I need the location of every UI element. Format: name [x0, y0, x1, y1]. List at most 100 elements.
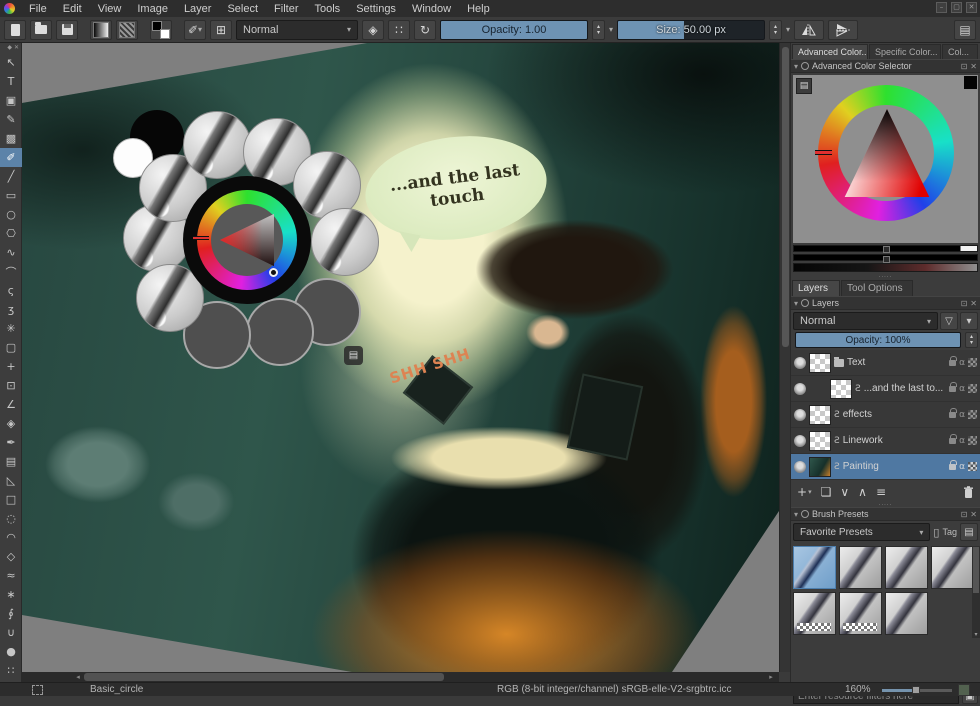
menu-item-help[interactable]: Help: [460, 2, 497, 16]
layer-opacity-slider[interactable]: Opacity: 100%: [795, 332, 961, 348]
tool-text[interactable]: T: [0, 72, 22, 91]
close-icon[interactable]: ✕: [14, 44, 19, 52]
menu-item-view[interactable]: View: [91, 2, 129, 16]
pin-icon[interactable]: ◆: [7, 44, 12, 52]
brush-presets-header[interactable]: ▾ Brush Presets ⊡ ✕: [791, 507, 980, 521]
tab-layers[interactable]: Layers: [792, 280, 840, 296]
float-icon[interactable]: ⊡: [961, 299, 968, 308]
eraser-mode-button[interactable]: ◈: [362, 20, 384, 40]
lock-icon[interactable]: [949, 438, 956, 444]
tool-select-shapes[interactable]: ↖: [0, 53, 22, 72]
brush-preset-chisel-marker[interactable]: [839, 546, 882, 589]
collapse-icon[interactable]: ▾: [794, 62, 798, 71]
brush-preset-chooser-button[interactable]: ✐ ▾: [184, 20, 206, 40]
tool-pattern-edit[interactable]: ▤: [0, 452, 22, 471]
horizontal-scrollbar[interactable]: ◂ ▸: [22, 672, 779, 682]
tool-reference[interactable]: ●: [0, 642, 22, 661]
fg-bg-color-button[interactable]: [150, 20, 172, 40]
group-folder-icon[interactable]: [834, 359, 844, 367]
blend-mode-dropdown[interactable]: Normal ▾: [236, 20, 358, 40]
size-slider[interactable]: Size: 50.00 px: [617, 20, 765, 40]
brush-preset-ink-liner[interactable]: [885, 592, 928, 635]
float-icon[interactable]: ⊡: [961, 62, 968, 71]
tool-gradient-edit[interactable]: ▩: [0, 129, 22, 148]
scroll-down-icon[interactable]: ▾: [972, 631, 980, 638]
layer-row-linework[interactable]: Ƨ Linework α: [791, 428, 980, 454]
palette-brush-slot-round-brush[interactable]: [183, 111, 251, 179]
tool-freehand-brush[interactable]: ✐: [0, 148, 22, 167]
layer-row-painting[interactable]: Ƨ Painting α: [791, 454, 980, 480]
tool-rectangle[interactable]: ▭: [0, 186, 22, 205]
preset-view-button[interactable]: ▤: [960, 523, 978, 541]
tool-polygon[interactable]: ⎔: [0, 224, 22, 243]
gradient-chooser-button[interactable]: [90, 20, 112, 40]
tab-advanced-color[interactable]: Advanced Color...: [792, 44, 868, 59]
menu-item-filter[interactable]: Filter: [267, 2, 305, 16]
layer-properties-button[interactable]: ≡: [876, 485, 886, 499]
tool-freehand-path[interactable]: ς: [0, 281, 22, 300]
menu-item-tools[interactable]: Tools: [308, 2, 348, 16]
tool-grid[interactable]: ∷: [0, 661, 22, 680]
brush-preset-airbrush[interactable]: [931, 546, 974, 589]
close-icon[interactable]: ✕: [970, 299, 977, 308]
tag-label[interactable]: Tag: [942, 527, 957, 537]
tool-fill[interactable]: ◈: [0, 414, 22, 433]
tool-contiguous-select[interactable]: ∗: [0, 585, 22, 604]
tool-dynamic-brush[interactable]: ʒ: [0, 300, 22, 319]
strip-splitter[interactable]: [881, 245, 891, 272]
vertical-scrollbar[interactable]: [779, 43, 790, 672]
visibility-eye-icon[interactable]: [794, 357, 806, 369]
current-color-swatch[interactable]: [964, 76, 977, 89]
brush-preset-soft-round[interactable]: [839, 592, 882, 635]
collapse-icon[interactable]: ▾: [794, 510, 798, 519]
workspace-chooser-button[interactable]: ▤: [954, 20, 976, 40]
opacity-slider[interactable]: Opacity: 1.00: [440, 20, 588, 40]
alpha-lock-icon[interactable]: α: [959, 358, 965, 368]
tool-freehand-select[interactable]: ◠: [0, 528, 22, 547]
tool-crop[interactable]: ⊡: [0, 376, 22, 395]
float-icon[interactable]: ⊡: [961, 510, 968, 519]
lock-icon[interactable]: [949, 412, 956, 418]
selector-settings-button[interactable]: ▤: [796, 78, 812, 94]
mirror-vertical-button[interactable]: [828, 20, 858, 40]
preset-scrollbar[interactable]: ▾: [972, 546, 980, 638]
visibility-eye-icon[interactable]: [794, 435, 806, 447]
advanced-color-selector[interactable]: ▤: [793, 75, 978, 243]
delete-layer-button[interactable]: [963, 486, 974, 499]
reload-preset-button[interactable]: ↻: [414, 20, 436, 40]
layer-blend-mode-dropdown[interactable]: Normal ▾: [793, 312, 938, 330]
layer-filter-button[interactable]: ▽: [940, 312, 958, 330]
alpha-lock-icon[interactable]: α: [959, 410, 965, 420]
tool-polyline[interactable]: ∿: [0, 243, 22, 262]
preserve-alpha-button[interactable]: ∷: [388, 20, 410, 40]
palette-color-cursor[interactable]: [269, 268, 278, 277]
visibility-eye-icon[interactable]: [794, 409, 806, 421]
lock-icon[interactable]: [949, 386, 956, 392]
menu-item-select[interactable]: Select: [220, 2, 265, 16]
brush-editor-button[interactable]: ⊞: [210, 20, 232, 40]
maximize-button[interactable]: ▢: [951, 2, 962, 13]
save-document-button[interactable]: [56, 20, 78, 40]
inherit-alpha-icon[interactable]: [968, 410, 977, 419]
horizontal-scrollbar-thumb[interactable]: [84, 673, 444, 681]
inherit-alpha-icon[interactable]: [968, 358, 977, 367]
tab-color[interactable]: Col...: [942, 44, 978, 59]
lock-icon[interactable]: [949, 360, 956, 366]
duplicate-layer-button[interactable]: ❏: [821, 485, 832, 499]
close-icon[interactable]: ✕: [970, 62, 977, 71]
visibility-eye-icon[interactable]: [794, 461, 806, 473]
zoom-level[interactable]: 160%: [845, 684, 871, 695]
mirror-horizontal-button[interactable]: [794, 20, 824, 40]
layer-opacity-spinner[interactable]: ▴▾: [965, 332, 978, 348]
layer-row-and-the-last[interactable]: Ƨ ...and the last to... α: [791, 376, 980, 402]
brush-preset-paintbrush[interactable]: [885, 546, 928, 589]
tool-line[interactable]: ╱: [0, 167, 22, 186]
pattern-chooser-button[interactable]: [116, 20, 138, 40]
tool-transform[interactable]: ▢: [0, 338, 22, 357]
menu-item-image[interactable]: Image: [130, 2, 175, 16]
alpha-lock-icon[interactable]: α: [959, 436, 965, 446]
menu-item-file[interactable]: File: [22, 2, 54, 16]
visibility-eye-icon[interactable]: [794, 383, 806, 395]
canvas-area[interactable]: ...and the last touch SHH SHH ▤: [22, 43, 779, 672]
tab-specific-color[interactable]: Specific Color...: [869, 44, 941, 59]
